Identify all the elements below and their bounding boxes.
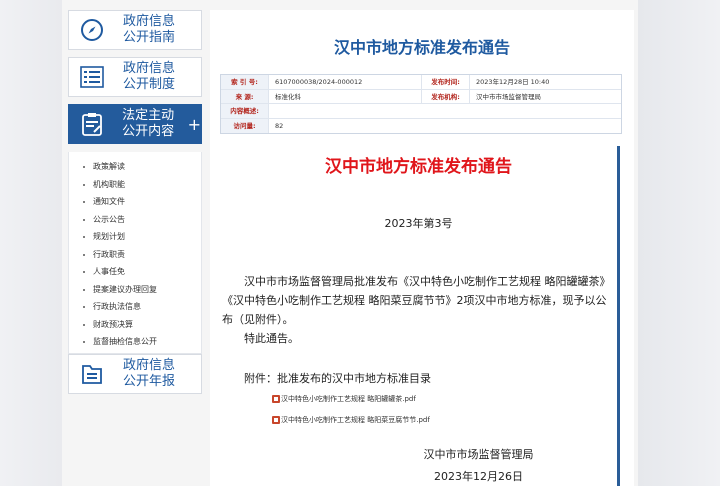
meta-value: 2023年12月28日 10:40	[476, 78, 550, 86]
clipboard-icon	[79, 111, 105, 137]
meta-label: 访问量:	[221, 118, 269, 133]
article-paragraph: 汉中市市场监督管理局批准发布《汉中特色小吃制作工艺规程 略阳罐罐茶》《汉中特色小…	[222, 275, 611, 326]
meta-value: 6107000038/2024-000012	[269, 75, 422, 89]
meta-value: 82	[275, 121, 284, 130]
sidebar-card-annual-report[interactable]: 政府信息 公开年报	[68, 354, 202, 394]
compass-icon	[79, 17, 105, 43]
attachment-link[interactable]: 汉中特色小吃制作工艺规程 略阳罐罐茶.pdf	[272, 394, 416, 404]
submenu-item[interactable]: 行政职责	[69, 246, 201, 264]
pdf-icon	[272, 395, 280, 403]
signature-date: 2023年12月26日	[434, 470, 523, 483]
meta-label: 来 源:	[221, 89, 269, 103]
sidebar-card-guide[interactable]: 政府信息 公开指南	[68, 10, 202, 50]
folder-report-icon	[79, 361, 105, 387]
sidebar-card-label: 政府信息 公开年报	[122, 358, 175, 389]
meta-label: 内容概述:	[221, 104, 269, 118]
meta-label: 索 引 号:	[221, 75, 269, 89]
sidebar-card-label: 政府信息 公开制度	[122, 61, 175, 92]
attachment-heading: 附件：批准发布的汉中市地方标准目录	[244, 372, 431, 385]
list-doc-icon	[79, 64, 105, 90]
sidebar-card-label: 法定主动 公开内容	[122, 108, 175, 139]
page-title: 汉中市地方标准发布通告	[333, 38, 510, 57]
document-number: 2023年第3号	[384, 217, 453, 230]
meta-label: 发布机构:	[422, 89, 470, 103]
submenu-item[interactable]: 通知文件	[69, 193, 201, 211]
submenu-item[interactable]: 行政执法信息	[69, 298, 201, 316]
submenu-item[interactable]: 人事任免	[69, 263, 201, 281]
meta-label: 发布时间:	[422, 75, 470, 89]
sidebar-card-content[interactable]: 法定主动 公开内容 +	[68, 104, 202, 144]
meta-value	[269, 104, 621, 118]
submenu-item[interactable]: 政策解读	[69, 158, 201, 176]
sidebar-card-label: 政府信息 公开指南	[122, 14, 175, 45]
article-paragraph: 特此通告。	[244, 332, 299, 345]
submenu-item[interactable]: 机构职能	[69, 176, 201, 194]
submenu-item[interactable]: 规划计划	[69, 228, 201, 246]
submenu-item[interactable]: 监督抽检信息公开	[69, 333, 201, 351]
page-background-left	[0, 0, 62, 486]
expand-icon[interactable]: +	[188, 115, 201, 134]
pdf-icon	[272, 416, 280, 424]
page-background-right	[638, 0, 720, 486]
meta-table: 索 引 号: 6107000038/2024-000012 发布时间: 2023…	[220, 74, 622, 134]
article-body: 汉中市地方标准发布通告 2023年第3号 汉中市市场监督管理局批准发布《汉中特色…	[220, 146, 620, 486]
main-content: 汉中市地方标准发布通告 索 引 号: 6107000038/2024-00001…	[210, 10, 634, 486]
sidebar-card-system[interactable]: 政府信息 公开制度	[68, 57, 202, 97]
meta-value: 标准化科	[269, 89, 422, 103]
submenu-item[interactable]: 财政预决算	[69, 316, 201, 334]
attachment-link[interactable]: 汉中特色小吃制作工艺规程 略阳菜豆腐节节.pdf	[272, 415, 430, 425]
page-shell: 政府信息 公开指南 政府信息 公开制度 法定主动 公开内容 + 政策解读 机构职能 通…	[62, 0, 638, 486]
signature-org: 汉中市市场监督管理局	[423, 448, 534, 461]
meta-value: 汉中市市场监督管理局	[476, 92, 541, 101]
submenu-item[interactable]: 提案建议办理回复	[69, 281, 201, 299]
submenu-item[interactable]: 公示公告	[69, 211, 201, 229]
sidebar-submenu: 政策解读 机构职能 通知文件 公示公告 规划计划 行政职责 人事任免 提案建议办…	[68, 152, 202, 354]
article-title: 汉中市地方标准发布通告	[325, 157, 512, 177]
